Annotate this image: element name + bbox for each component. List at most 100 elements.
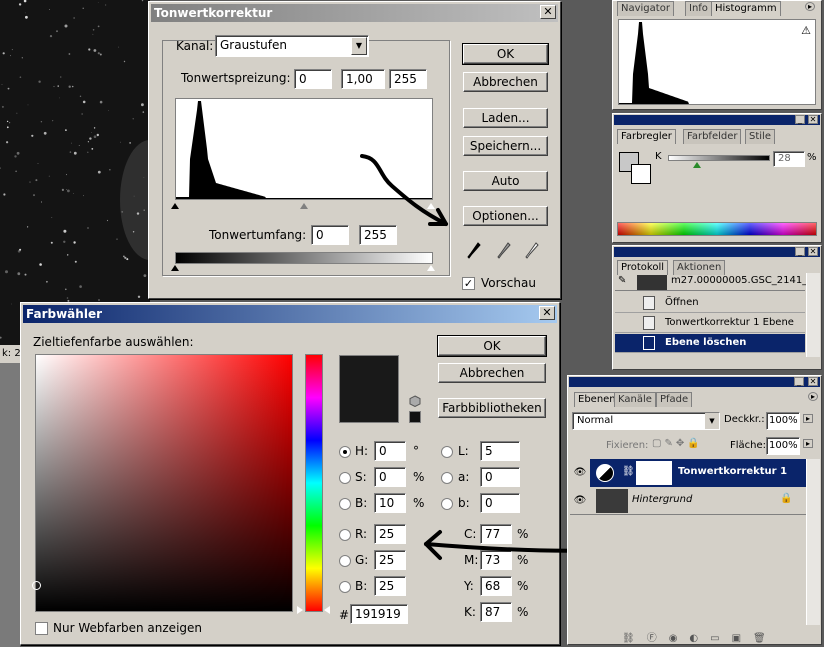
gamut-cube-icon[interactable] (409, 395, 421, 408)
picker-cancel-button[interactable]: Abbrechen (438, 363, 546, 383)
lab-radio[interactable] (441, 498, 453, 510)
hex-field[interactable]: 191919 (350, 604, 408, 624)
history-scrollbar[interactable] (806, 273, 820, 357)
hsb-field[interactable]: 0 (374, 441, 406, 461)
picker-close-button[interactable]: ✕ (539, 306, 555, 320)
k-slider-thumb[interactable] (693, 162, 701, 168)
panel-tab[interactable]: Stile (745, 129, 775, 144)
hsb-radio[interactable] (339, 498, 351, 510)
opacity-arrow-icon[interactable]: ▸ (803, 414, 813, 423)
bg-swatch[interactable] (631, 164, 651, 184)
levels-cancel-button[interactable]: Abbrechen (463, 72, 548, 92)
color-libraries-button[interactable]: Farbbibliotheken (438, 398, 546, 418)
lab-field[interactable]: 5 (480, 441, 520, 461)
eye-icon[interactable]: 👁 (570, 487, 590, 515)
input-black-field[interactable]: 0 (294, 69, 332, 89)
hsb-field[interactable]: 0 (374, 467, 406, 487)
layers-scrollbar[interactable] (806, 459, 820, 625)
panel-tab[interactable]: Pfade (656, 392, 693, 407)
websafe-swatch[interactable] (409, 411, 421, 423)
layers-panel-minimize[interactable]: _ (794, 377, 804, 386)
k-slider[interactable] (668, 155, 770, 161)
rgb-radio[interactable] (339, 581, 351, 593)
layers-panel-close[interactable]: ✕ (808, 377, 818, 386)
panel-tab[interactable]: Navigator (617, 1, 674, 16)
picker-titlebar[interactable]: Farbwähler (23, 305, 557, 323)
lab-radio[interactable] (441, 472, 453, 484)
color-panel-header[interactable] (614, 115, 820, 125)
lab-field[interactable]: 0 (480, 493, 520, 513)
rgb-field[interactable]: 25 (374, 550, 406, 570)
cmyk-field[interactable]: 87 (480, 602, 512, 622)
history-panel-minimize[interactable]: _ (795, 247, 805, 256)
history-item[interactable]: Ebene löschen (615, 334, 805, 353)
rgb-field[interactable]: 25 (374, 524, 406, 544)
levels-save-button[interactable]: Speichern... (463, 136, 548, 156)
rgb-field[interactable]: 25 (374, 576, 406, 596)
chevron-down-icon[interactable]: ▼ (705, 413, 719, 429)
picker-ok-button[interactable]: OK (437, 335, 547, 357)
history-panel-close[interactable]: ✕ (808, 247, 818, 256)
layers-panel-header[interactable] (569, 377, 820, 387)
preview-checkbox[interactable]: ✓ (462, 277, 475, 290)
hsb-radio[interactable] (339, 446, 351, 458)
layer-row[interactable]: 👁 Hintergrund 🔒 (570, 487, 806, 515)
panel-tab[interactable]: Farbregler (617, 129, 676, 144)
hsb-field[interactable]: 10 (374, 493, 406, 513)
k-value-field[interactable]: 28 (773, 151, 805, 167)
chevron-down-icon[interactable]: ▼ (351, 37, 367, 55)
levels-ok-button[interactable]: OK (462, 43, 549, 65)
warning-icon[interactable]: ⚠ (801, 24, 811, 37)
history-item[interactable]: Tonwertkorrektur 1 Ebene (615, 314, 805, 333)
web-only-checkbox[interactable] (35, 622, 48, 635)
layer-footer-icons[interactable]: ⛓Ⓕ◉◐▭▣🗑 (622, 629, 778, 644)
eye-icon[interactable]: 👁 (570, 459, 590, 487)
panel-tab[interactable]: Kanäle (614, 392, 656, 407)
layers-menu-icon[interactable]: ▸ (808, 392, 818, 401)
output-black-slider[interactable] (171, 265, 179, 271)
hue-slider-right-arrow[interactable] (324, 606, 330, 614)
white-eyedropper-icon[interactable] (525, 242, 539, 260)
panel-menu-icon[interactable]: ▸ (805, 2, 815, 11)
panel-tab[interactable]: Farbfelder (683, 129, 742, 144)
panel-tab[interactable]: Protokoll (617, 260, 669, 275)
levels-close-button[interactable]: ✕ (540, 5, 556, 19)
levels-options-button[interactable]: Optionen... (463, 206, 548, 226)
channel-select[interactable]: Graustufen ▼ (215, 35, 369, 57)
panel-tab[interactable]: Ebenen (574, 392, 620, 407)
spectrum-bar[interactable] (617, 222, 817, 236)
lab-field[interactable]: 0 (480, 467, 520, 487)
rgb-radio[interactable] (339, 529, 351, 541)
output-black-field[interactable]: 0 (311, 225, 349, 245)
opacity-field[interactable]: 100% (766, 412, 800, 430)
gray-eyedropper-icon[interactable] (497, 242, 511, 260)
levels-load-button[interactable]: Laden... (463, 108, 548, 128)
hue-slider-left-arrow[interactable] (297, 606, 303, 614)
levels-titlebar[interactable]: Tonwertkorrektur (151, 4, 558, 22)
fill-arrow-icon[interactable]: ▸ (803, 439, 813, 448)
gamma-slider[interactable] (300, 203, 308, 209)
black-point-slider[interactable] (171, 203, 179, 209)
color-field-cursor[interactable] (32, 581, 41, 590)
blend-mode-select[interactable]: Normal ▼ (572, 412, 720, 430)
color-panel-close[interactable]: ✕ (808, 115, 818, 124)
hsb-radio[interactable] (339, 472, 351, 484)
panel-tab[interactable]: Aktionen (673, 260, 726, 275)
input-white-field[interactable]: 255 (389, 69, 427, 89)
panel-tab[interactable]: Histogramm (711, 1, 781, 16)
fill-field[interactable]: 100% (766, 437, 800, 455)
levels-auto-button[interactable]: Auto (463, 171, 548, 191)
lab-radio[interactable] (441, 446, 453, 458)
rgb-radio[interactable] (339, 555, 351, 567)
cmyk-field[interactable]: 68 (480, 576, 512, 596)
layer-row[interactable]: 👁 ⛓ Tonwertkorrektur 1 (570, 459, 806, 487)
color-panel-minimize[interactable]: _ (795, 115, 805, 124)
history-panel-header[interactable] (614, 247, 820, 257)
lock-icons[interactable]: ▢✎✥🔒 (652, 438, 703, 449)
input-gamma-field[interactable]: 1,00 (341, 69, 385, 89)
color-field[interactable] (32, 354, 293, 612)
output-white-slider[interactable] (427, 265, 435, 271)
hue-slider[interactable] (305, 354, 323, 612)
history-item[interactable]: Öffnen (615, 294, 805, 313)
panel-tab[interactable]: Info (685, 1, 712, 16)
